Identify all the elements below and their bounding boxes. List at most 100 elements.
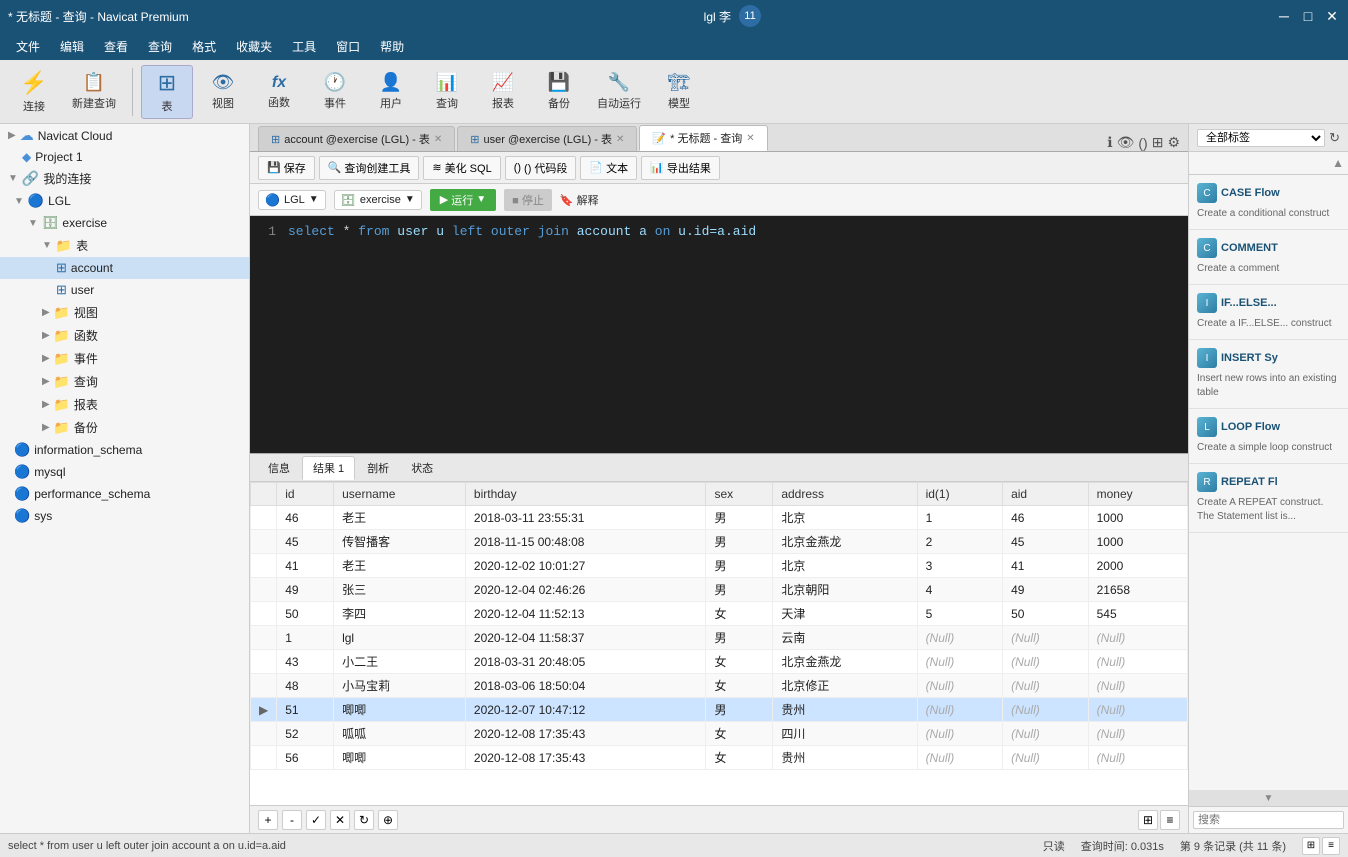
sidebar-item-backup-folder[interactable]: ▶ 📁 备份: [0, 416, 249, 439]
tab-user[interactable]: ⊞ user @exercise (LGL) - 表 ✕: [457, 126, 637, 151]
table-row[interactable]: 48小马宝莉2018-03-06 18:50:04女北京修正(Null)(Nul…: [251, 674, 1188, 698]
col-sex[interactable]: sex: [706, 483, 773, 506]
explain-button[interactable]: 🔖 解释: [560, 192, 599, 208]
table-row[interactable]: 45传智播客2018-11-15 00:48:08男北京金燕龙2451000: [251, 530, 1188, 554]
flow-item-loop[interactable]: L LOOP Flow Create a simple loop constru…: [1189, 409, 1348, 464]
sidebar-item-information-schema[interactable]: 🔵 information_schema: [0, 439, 249, 461]
result-tab-info[interactable]: 信息: [258, 457, 300, 479]
info-icon[interactable]: ℹ: [1107, 134, 1112, 151]
database-selector[interactable]: 🗄 exercise ▼: [334, 190, 422, 210]
col-id[interactable]: id: [277, 483, 334, 506]
menu-favorites[interactable]: 收藏夹: [228, 35, 280, 58]
col-birthday[interactable]: birthday: [465, 483, 706, 506]
flow-item-case[interactable]: C CASE Flow Create a conditional constru…: [1189, 175, 1348, 230]
table-row[interactable]: 43小二王2018-03-31 20:48:05女北京金燕龙(Null)(Nul…: [251, 650, 1188, 674]
query-tab-close[interactable]: ✕: [746, 133, 754, 144]
code-block-button[interactable]: () () 代码段: [505, 156, 577, 180]
toolbar-new-query[interactable]: 📋 新建查询: [64, 68, 124, 115]
flow-item-if-else[interactable]: I IF...ELSE... Create a IF...ELSE... con…: [1189, 285, 1348, 340]
sidebar-item-navicat-cloud[interactable]: ▶ ☁ Navicat Cloud: [0, 124, 249, 147]
stop-button[interactable]: ■ 停止: [504, 189, 552, 211]
col-id1[interactable]: id(1): [917, 483, 1003, 506]
minimize-button[interactable]: ─: [1276, 8, 1292, 24]
save-button[interactable]: 💾 保存: [258, 156, 315, 180]
scroll-up-icon[interactable]: ▲: [1332, 156, 1344, 170]
sidebar-item-user-table[interactable]: ⊞ user: [0, 279, 249, 301]
account-tab-close[interactable]: ✕: [434, 134, 442, 145]
scroll-down-icon[interactable]: ▼: [1264, 793, 1274, 804]
run-button[interactable]: ▶ 运行 ▼: [430, 189, 496, 211]
query-create-tool-button[interactable]: 🔍 查询创建工具: [319, 156, 420, 180]
toolbar-autorun[interactable]: 🔧 自动运行: [589, 68, 649, 115]
toolbar-report[interactable]: 📈 报表: [477, 68, 529, 115]
sidebar-item-reports-folder[interactable]: ▶ 📁 报表: [0, 393, 249, 416]
result-tab-result1[interactable]: 结果 1: [302, 456, 355, 480]
settings-icon[interactable]: ⚙: [1167, 134, 1180, 151]
user-tab-close[interactable]: ✕: [616, 134, 624, 145]
text-button[interactable]: 📄 文本: [580, 156, 637, 180]
sidebar-item-lgl[interactable]: ▼ 🔵 LGL: [0, 190, 249, 212]
col-aid[interactable]: aid: [1003, 483, 1089, 506]
table-row[interactable]: 49张三2020-12-04 02:46:26男北京朝阳44921658: [251, 578, 1188, 602]
table-row[interactable]: ▶51唧唧2020-12-07 10:47:12男贵州(Null)(Null)(…: [251, 698, 1188, 722]
table-row[interactable]: 41老王2020-12-02 10:01:27男北京3412000: [251, 554, 1188, 578]
grid-view-button[interactable]: ⊞: [1138, 810, 1158, 830]
refresh-button[interactable]: ↻: [354, 810, 374, 830]
menu-file[interactable]: 文件: [8, 35, 48, 58]
menu-help[interactable]: 帮助: [372, 35, 412, 58]
sidebar-item-functions-folder[interactable]: ▶ 📁 函数: [0, 324, 249, 347]
search-input[interactable]: [1193, 811, 1344, 829]
form-view-button[interactable]: ≡: [1160, 810, 1180, 830]
toolbar-table[interactable]: ⊞ 表: [141, 65, 193, 119]
beautify-sql-button[interactable]: ≋ 美化 SQL: [423, 156, 500, 180]
sidebar-item-tables-folder[interactable]: ▼ 📁 表: [0, 234, 249, 257]
right-panel-scroll-area[interactable]: C CASE Flow Create a conditional constru…: [1189, 175, 1348, 790]
sidebar-item-performance-schema[interactable]: 🔵 performance_schema: [0, 483, 249, 505]
toolbar-view[interactable]: 👁 视图: [197, 68, 249, 115]
status-form-button[interactable]: ≡: [1322, 837, 1340, 855]
sql-content[interactable]: select * from user u left outer join acc…: [288, 224, 1180, 445]
col-money[interactable]: money: [1088, 483, 1187, 506]
result-tab-status[interactable]: 状态: [401, 457, 443, 479]
col-username[interactable]: username: [334, 483, 466, 506]
toolbar-event[interactable]: 🕐 事件: [309, 68, 361, 115]
menu-edit[interactable]: 编辑: [52, 35, 92, 58]
toolbar-model[interactable]: 🏗 模型: [653, 68, 705, 115]
toolbar-function[interactable]: fx 函数: [253, 70, 305, 114]
right-panel-refresh-icon[interactable]: ↻: [1329, 130, 1340, 146]
col-address[interactable]: address: [773, 483, 917, 506]
status-grid-button[interactable]: ⊞: [1302, 837, 1320, 855]
menu-format[interactable]: 格式: [184, 35, 224, 58]
extra-button[interactable]: ⊕: [378, 810, 398, 830]
maximize-button[interactable]: □: [1300, 8, 1316, 24]
sidebar-item-queries-folder[interactable]: ▶ 📁 查询: [0, 370, 249, 393]
menu-view[interactable]: 查看: [96, 35, 136, 58]
cancel-edit-button[interactable]: ✕: [330, 810, 350, 830]
data-table-wrapper[interactable]: id username birthday sex address id(1) a…: [250, 482, 1188, 805]
sidebar-item-events-folder[interactable]: ▶ 📁 事件: [0, 347, 249, 370]
grid-icon[interactable]: ⊞: [1152, 134, 1164, 151]
table-row[interactable]: 1lgl2020-12-04 11:58:37男云南(Null)(Null)(N…: [251, 626, 1188, 650]
toolbar-connect[interactable]: ⚡ 连接: [8, 66, 60, 118]
sidebar-item-my-connection[interactable]: ▼ 🔗 我的连接: [0, 167, 249, 190]
eye-icon[interactable]: 👁: [1117, 134, 1135, 151]
table-row[interactable]: 56唧唧2020-12-08 17:35:43女贵州(Null)(Null)(N…: [251, 746, 1188, 770]
flow-item-insert[interactable]: I INSERT Sy Insert new rows into an exis…: [1189, 340, 1348, 409]
tab-query[interactable]: 📝 * 无标题 - 查询 ✕: [639, 125, 767, 151]
close-button[interactable]: ✕: [1324, 8, 1340, 24]
table-row[interactable]: 50李四2020-12-04 11:52:13女天津550545: [251, 602, 1188, 626]
toolbar-backup[interactable]: 💾 备份: [533, 68, 585, 115]
sidebar-item-account-table[interactable]: ⊞ account: [0, 257, 249, 279]
sql-editor[interactable]: 1 select * from user u left outer join a…: [250, 216, 1188, 453]
sidebar-item-project1[interactable]: ◆ Project 1: [0, 147, 249, 167]
brackets-icon[interactable]: (): [1138, 135, 1147, 151]
add-row-button[interactable]: +: [258, 810, 278, 830]
menu-tools[interactable]: 工具: [284, 35, 324, 58]
confirm-button[interactable]: ✓: [306, 810, 326, 830]
export-button[interactable]: 📊 导出结果: [641, 156, 720, 180]
menu-window[interactable]: 窗口: [328, 35, 368, 58]
table-row[interactable]: 52呱呱2020-12-08 17:35:43女四川(Null)(Null)(N…: [251, 722, 1188, 746]
tag-selector[interactable]: 全部标签: [1197, 129, 1325, 147]
remove-row-button[interactable]: -: [282, 810, 302, 830]
menu-query[interactable]: 查询: [140, 35, 180, 58]
